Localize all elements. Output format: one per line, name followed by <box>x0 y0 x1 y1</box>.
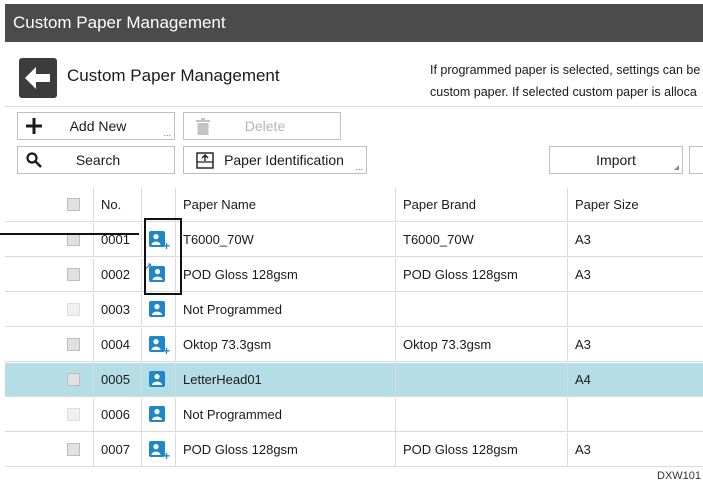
column-header-paper-size[interactable]: Paper Size <box>575 188 639 221</box>
cell-no: 0001 <box>101 232 130 247</box>
row-checkbox[interactable] <box>67 268 80 281</box>
figure-reference: DXW101 <box>657 470 702 482</box>
info-message: If programmed paper is selected, setting… <box>430 59 700 103</box>
cell-no: 0007 <box>101 442 130 457</box>
row-checkbox[interactable] <box>67 303 80 316</box>
delete-label: Delete <box>244 118 286 134</box>
row-checkbox[interactable] <box>67 443 80 456</box>
table-row[interactable]: 0007 + POD Gloss 128gsm POD Gloss 128gsm A3 <box>5 433 703 467</box>
import-button[interactable]: Import <box>549 146 683 174</box>
search-button[interactable]: Search <box>17 146 175 174</box>
cell-paper-brand: T6000_70W <box>403 232 474 247</box>
column-header-no: No. <box>101 197 122 212</box>
row-checkbox[interactable] <box>67 408 80 421</box>
row-checkbox[interactable] <box>67 338 80 351</box>
search-label: Search <box>75 152 121 168</box>
user-icon <box>149 301 165 317</box>
page-title: Custom Paper Management <box>67 66 280 85</box>
cell-no: 0005 <box>101 372 130 387</box>
cell-no: 0004 <box>101 337 130 352</box>
table-row[interactable]: 0004 + Oktop 73.3gsm Oktop 73.3gsm A3 <box>5 328 703 362</box>
cell-paper-name: Not Programmed <box>183 407 282 422</box>
cell-paper-name: POD Gloss 128gsm <box>183 442 298 457</box>
cell-paper-name: LetterHead01 <box>183 372 262 387</box>
cell-paper-name: Not Programmed <box>183 302 282 317</box>
table-row[interactable]: 0002 ↗ POD Gloss 128gsm POD Gloss 128gsm A3 <box>5 258 703 292</box>
app-window: Custom Paper Management Custom Paper Man… <box>5 4 703 468</box>
trash-icon <box>196 117 210 135</box>
user-plus-icon: + <box>149 441 170 462</box>
cell-paper-brand: Oktop 73.3gsm <box>403 337 492 352</box>
column-header-paper-brand[interactable]: Paper Brand <box>403 188 476 221</box>
table-row[interactable]: 0001 + T6000_70W T6000_70W A3 <box>5 223 703 257</box>
cell-paper-size: A3 <box>575 442 591 457</box>
user-plus-icon: + <box>149 336 170 357</box>
row-checkbox[interactable] <box>67 373 80 386</box>
cell-no: 0002 <box>101 267 130 282</box>
info-message-line-2: custom paper. If selected custom paper i… <box>430 85 697 99</box>
table-row[interactable]: 0003 Not Programmed <box>5 293 703 327</box>
cell-no: 0003 <box>101 302 130 317</box>
cell-paper-name: POD Gloss 128gsm <box>183 267 298 282</box>
select-all-checkbox[interactable] <box>67 198 80 211</box>
cell-paper-brand: POD Gloss 128gsm <box>403 267 518 282</box>
paper-identification-label: Paper Identification <box>224 152 344 168</box>
paper-tray-icon <box>196 151 214 169</box>
search-icon <box>26 152 42 168</box>
add-new-label: Add New <box>69 118 127 134</box>
table-row[interactable]: 0005 LetterHead01 A4 <box>5 363 703 397</box>
cell-paper-brand: POD Gloss 128gsm <box>403 442 518 457</box>
more-options-icon: ... <box>163 128 171 138</box>
plus-icon <box>26 118 42 134</box>
table-row[interactable]: 0006 Not Programmed <box>5 398 703 432</box>
more-options-icon: ... <box>355 162 363 172</box>
table-header-row: No. Paper Name Paper Brand Paper Size <box>5 188 703 222</box>
export-button[interactable] <box>689 146 703 174</box>
import-label: Import <box>596 152 636 168</box>
column-header-paper-name[interactable]: Paper Name <box>183 188 256 221</box>
cell-paper-size: A3 <box>575 232 591 247</box>
info-message-line-1: If programmed paper is selected, setting… <box>430 63 701 77</box>
user-icon <box>149 371 165 387</box>
add-new-button[interactable]: Add New ... <box>17 112 175 140</box>
dropdown-corner-icon <box>674 165 679 170</box>
back-button[interactable] <box>19 58 57 98</box>
user-icon <box>149 406 165 422</box>
cell-paper-name: T6000_70W <box>183 232 254 247</box>
cell-paper-name: Oktop 73.3gsm <box>183 337 272 352</box>
cell-paper-size: A3 <box>575 337 591 352</box>
cell-paper-size: A4 <box>575 372 591 387</box>
paper-identification-button[interactable]: Paper Identification ... <box>183 146 367 174</box>
cell-paper-size: A3 <box>575 267 591 282</box>
window-title: Custom Paper Management <box>5 4 703 42</box>
icon-callout-box <box>144 218 182 295</box>
delete-button[interactable]: Delete <box>183 112 341 140</box>
arrow-left-icon <box>25 67 50 89</box>
callout-leader-line <box>0 233 139 235</box>
cell-no: 0006 <box>101 407 130 422</box>
